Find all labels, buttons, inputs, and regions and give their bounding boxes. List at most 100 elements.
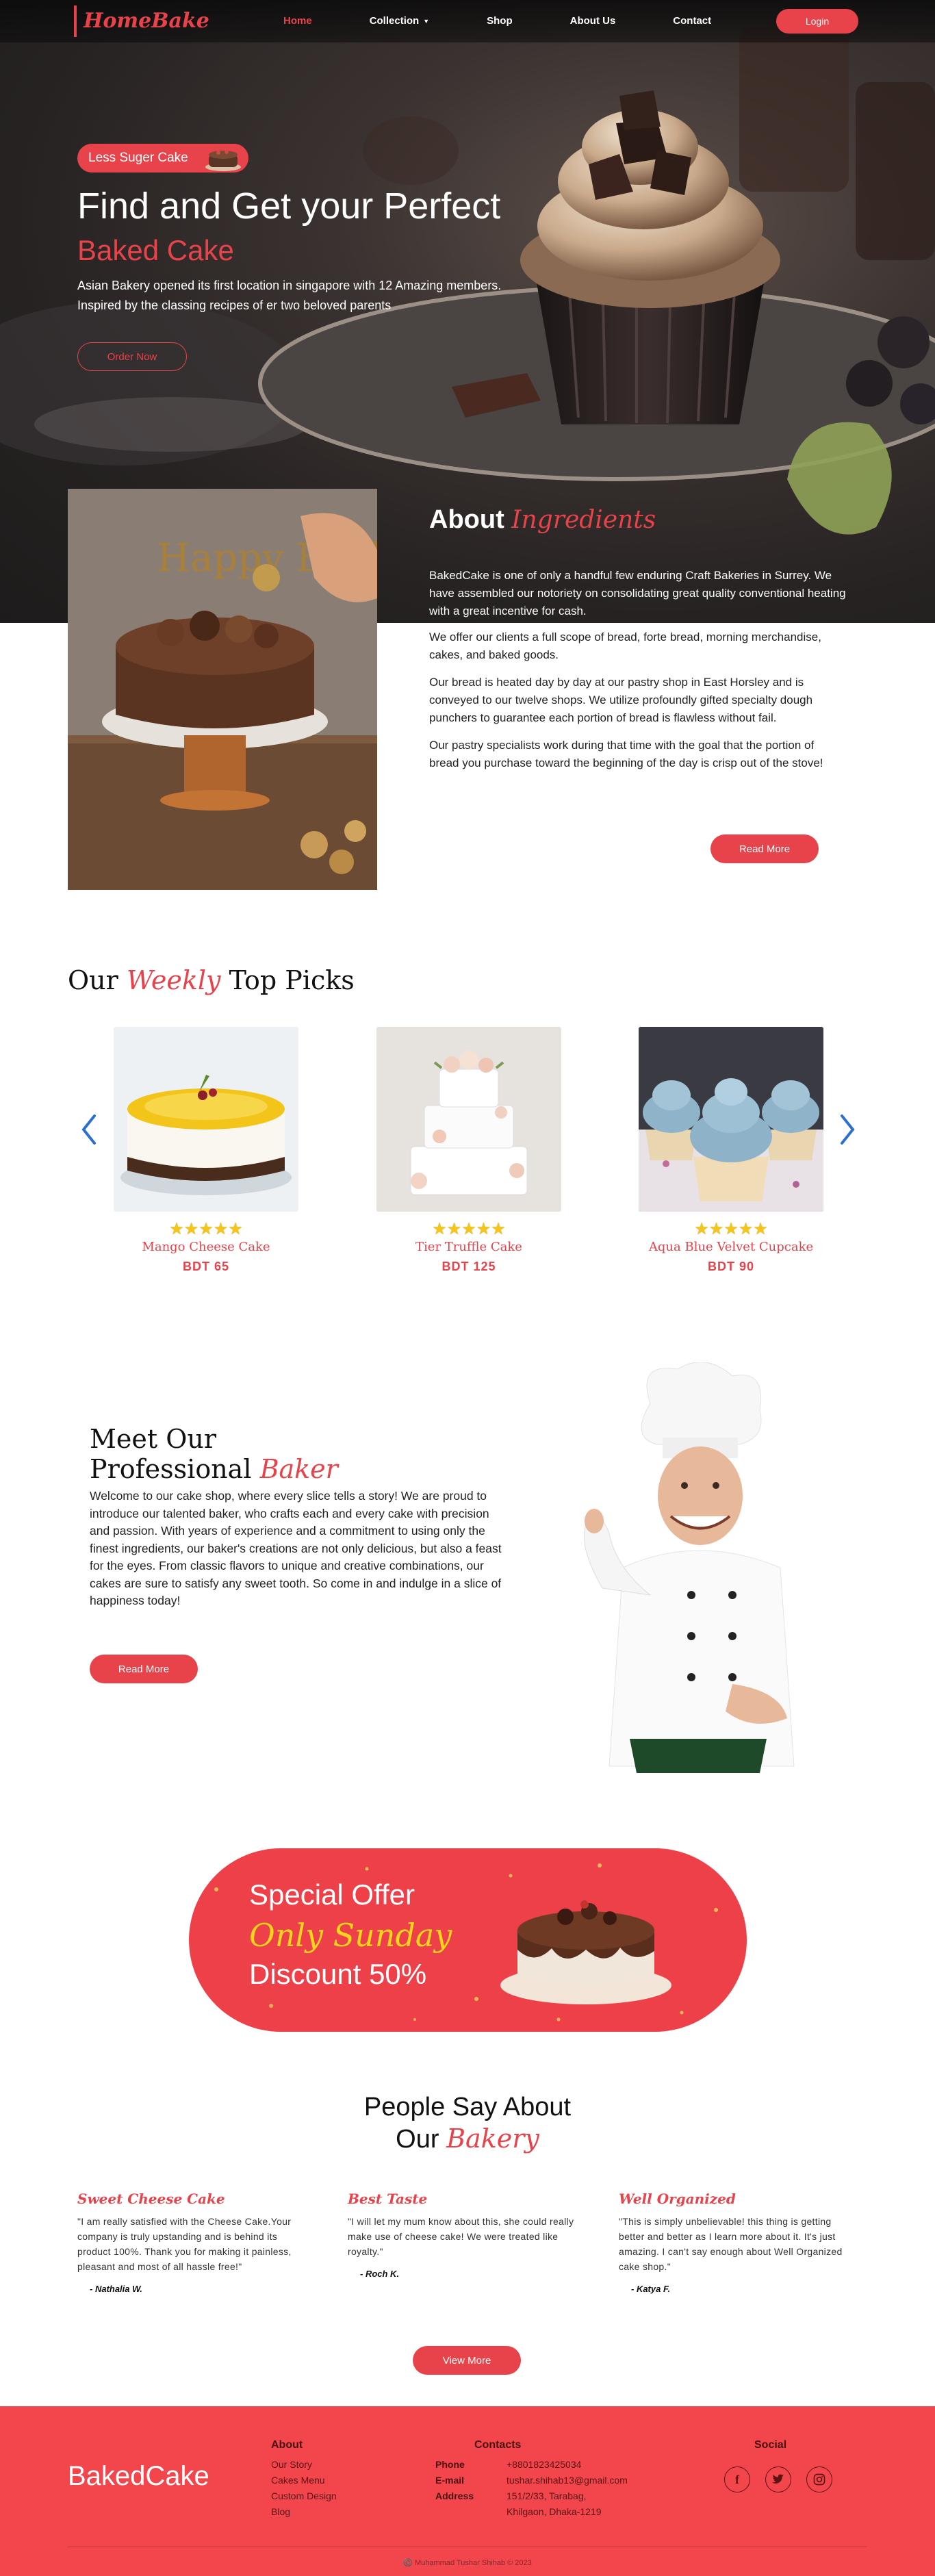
footer-brand[interactable]: BakedCake	[68, 2461, 209, 2492]
contact-address-line2: Khilgaon, Dhaka-1219	[507, 2506, 602, 2517]
nav-link-collection-label: Collection	[369, 15, 420, 27]
product-name: Mango Cheese Cake	[142, 1240, 270, 1254]
footer-social-title: Social	[754, 2439, 787, 2451]
baker-title-line1: Meet Our	[90, 1424, 217, 1454]
blue-velvet-cupcake-image	[639, 1027, 823, 1212]
view-more-button[interactable]: View More	[413, 2346, 521, 2375]
footer-link-our-story[interactable]: Our Story	[271, 2457, 337, 2473]
contact-email[interactable]: tushar.shihab13@gmail.com	[507, 2473, 628, 2488]
testimonials-title-b-wrap: Our Bakery	[0, 2123, 935, 2155]
rating-stars: ★★★★★	[169, 1220, 243, 1238]
product-card[interactable]: ★★★★★ Tier Truffle Cake BDT 125	[376, 1027, 561, 1274]
baker-read-more-button[interactable]: Read More	[90, 1655, 198, 1683]
contact-label-phone: Phone	[435, 2459, 465, 2470]
testimonial-text: "I will let my mum know about this, she …	[348, 2216, 574, 2257]
login-button[interactable]: Login	[776, 9, 858, 34]
testimonial-card: Best Taste "I will let my mum know about…	[348, 2191, 580, 2279]
footer-link-cakes-menu[interactable]: Cakes Menu	[271, 2473, 337, 2488]
promo-pill: Less Suger Cake	[77, 144, 248, 173]
carousel-prev-arrow-icon[interactable]	[75, 1109, 103, 1150]
nav-link-collection[interactable]: Collection ▼	[370, 15, 429, 27]
nav-links: Home Collection ▼ Shop About Us Contact	[283, 15, 769, 27]
product-card[interactable]: ★★★★★ Aqua Blue Velvet Cupcake BDT 90	[639, 1027, 823, 1274]
hero-subtitle: Baked Cake	[77, 234, 234, 266]
product-card[interactable]: ★★★★★ Mango Cheese Cake BDT 65	[114, 1027, 298, 1274]
about-read-more-button[interactable]: Read More	[710, 834, 819, 863]
testimonial-author: - Katya F.	[631, 2284, 671, 2294]
footer-about-links: Our Story Cakes Menu Custom Design Blog	[271, 2457, 337, 2520]
about-paragraph: BakedCake is one of only a handful few e…	[429, 569, 846, 617]
facebook-icon[interactable]: f	[724, 2466, 750, 2492]
nav-link-about[interactable]: About Us	[570, 15, 616, 27]
about-title: About Ingredients	[429, 505, 656, 535]
offer-line1: Special Offer	[249, 1878, 415, 1911]
top-picks-title-script: Weekly	[126, 965, 221, 995]
testimonial-author: - Nathalia W.	[90, 2284, 143, 2294]
footer-link-blog[interactable]: Blog	[271, 2504, 337, 2520]
about-title-plain: About	[429, 505, 504, 534]
promo-pill-label: Less Suger Cake	[88, 151, 188, 165]
rating-stars: ★★★★★	[432, 1220, 506, 1238]
baker-description: Welcome to our cake shop, where every sl…	[90, 1489, 502, 1607]
hero-title: Find and Get your Perfect	[77, 186, 501, 227]
top-picks-title-a: Our	[68, 965, 118, 995]
caret-down-icon: ▼	[423, 17, 430, 25]
top-navbar: HomeBake Home Collection ▼ Shop About Us …	[0, 0, 935, 42]
baker-title-script: Baker	[259, 1454, 338, 1484]
birthday-cake-image: Happy Birthday	[68, 489, 377, 890]
offer-line3: Discount 50%	[249, 1958, 427, 1990]
testimonials-title-script: Bakery	[446, 2124, 539, 2154]
testimonial-text: "This is simply unbelievable! this thing…	[619, 2216, 843, 2272]
baker-title-line2-text: Professional	[90, 1454, 252, 1484]
product-price: BDT 125	[441, 1260, 496, 1273]
baker-title: Meet Our Professional Baker	[90, 1424, 338, 1484]
footer-contact-values: +8801823425034 tushar.shihab13@gmail.com…	[507, 2457, 628, 2520]
product-price: BDT 90	[707, 1260, 754, 1273]
testimonial-heading: Sweet Cheese Cake	[77, 2191, 225, 2207]
nav-link-home[interactable]: Home	[283, 15, 312, 27]
tier-truffle-cake-image	[376, 1027, 561, 1212]
footer-contact-labels: Phone E-mail Address	[435, 2457, 474, 2504]
product-price: BDT 65	[182, 1260, 229, 1273]
footer-contacts-title: Contacts	[474, 2439, 522, 2451]
contact-label-address: Address	[435, 2490, 474, 2501]
about-paragraph: We offer our clients a full scope of bre…	[429, 630, 821, 661]
testimonial-heading: Best Taste	[348, 2191, 428, 2207]
testimonial-text: "I am really satisfied with the Cheese C…	[77, 2216, 292, 2272]
special-offer-banner[interactable]: Special Offer Only Sunday Discount 50%	[189, 1848, 747, 2032]
footer-link-custom-design[interactable]: Custom Design	[271, 2488, 337, 2504]
chef-image	[583, 1362, 795, 1773]
nav-link-contact[interactable]: Contact	[673, 15, 711, 27]
testimonial-card: Sweet Cheese Cake "I am really satisfied…	[77, 2191, 310, 2294]
testimonials-title: People Say About Our Bakery	[0, 2091, 935, 2155]
nav-link-shop[interactable]: Shop	[487, 15, 513, 27]
contact-label-email: E-mail	[435, 2475, 465, 2486]
footer: BakedCake About Our Story Cakes Menu Cus…	[0, 2406, 935, 2576]
rating-stars: ★★★★★	[694, 1220, 768, 1238]
testimonial-author: - Roch K.	[360, 2269, 400, 2279]
about-paragraph: Our bread is heated day by day at our pa…	[429, 676, 813, 724]
carousel-next-arrow-icon[interactable]	[834, 1109, 861, 1150]
hero-description: Asian Bakery opened its first location i…	[77, 279, 502, 312]
chocolate-cake-image	[500, 1900, 671, 2004]
testimonials-title-b: Our	[396, 2125, 439, 2154]
order-now-button[interactable]: Order Now	[77, 342, 187, 371]
mango-cheese-cake-image	[114, 1027, 298, 1212]
copyright-text: ©️ Muhammad Tushar Shihab © 2023	[403, 2559, 532, 2567]
twitter-icon[interactable]	[765, 2466, 791, 2492]
baker-title-line2: Professional Baker	[90, 1454, 338, 1484]
product-name: Aqua Blue Velvet Cupcake	[648, 1240, 814, 1254]
instagram-icon[interactable]	[806, 2466, 832, 2492]
testimonial-card: Well Organized "This is simply unbelieva…	[619, 2191, 851, 2294]
top-picks-title-b: Top Picks	[229, 965, 355, 995]
offer-line2: Only Sunday	[249, 1917, 452, 1954]
contact-phone[interactable]: +8801823425034	[507, 2457, 628, 2473]
brand-logo[interactable]: HomeBake	[74, 5, 209, 37]
testimonials-title-a: People Say About	[363, 2093, 572, 2121]
testimonial-heading: Well Organized	[619, 2191, 736, 2207]
top-picks-title: Our Weekly Top Picks	[68, 965, 355, 995]
about-paragraph: Our pastry specialists work during that …	[429, 739, 823, 769]
product-name: Tier Truffle Cake	[415, 1240, 522, 1254]
contact-address-line1: 151/2/33, Tarabag,	[507, 2490, 587, 2501]
about-title-script: Ingredients	[511, 506, 656, 534]
